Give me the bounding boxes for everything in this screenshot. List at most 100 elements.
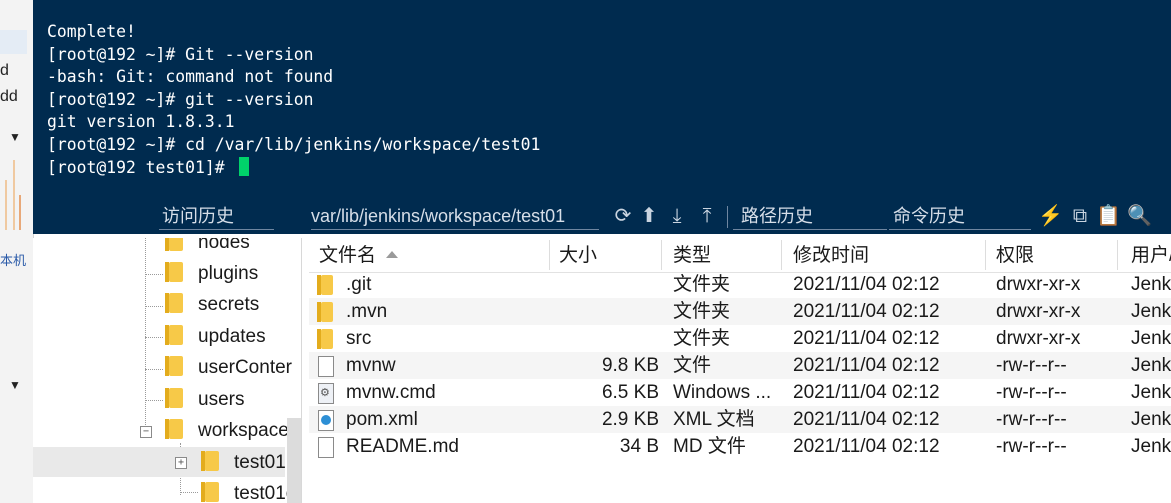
file-icon [318, 437, 334, 458]
expand-toggle[interactable]: + [175, 457, 187, 469]
folder-icon [165, 238, 183, 251]
column-header-user[interactable]: 用户/ [1131, 238, 1171, 272]
column-divider[interactable] [549, 240, 550, 270]
column-divider[interactable] [781, 240, 782, 270]
file-modified: 2021/11/04 02:12 [793, 409, 940, 430]
file-permissions: -rw-r--r-- [996, 355, 1067, 376]
tree-item-workspace[interactable]: workspace [165, 417, 289, 445]
tree-guide [180, 492, 198, 493]
tree-item-test01[interactable]: test01 [201, 449, 286, 477]
up-directory-icon[interactable]: ⬆ [637, 204, 661, 228]
panel-highlight [0, 30, 27, 54]
tree-guide [145, 369, 163, 370]
paste-icon[interactable]: 📋 [1096, 204, 1121, 228]
file-permissions: -rw-r--r-- [996, 409, 1067, 430]
file-user: Jenki [1131, 301, 1171, 322]
panel-text: d [0, 62, 9, 79]
file-row[interactable]: .git 文件夹 2021/11/04 02:12 drwxr-xr-x Jen… [309, 271, 1171, 298]
column-divider[interactable] [661, 240, 662, 270]
refresh-icon[interactable]: ⟳ [611, 204, 635, 228]
collapse-icon[interactable]: ▼ [9, 130, 21, 144]
file-row[interactable]: .mvn 文件夹 2021/11/04 02:12 drwxr-xr-x Jen… [309, 298, 1171, 325]
terminal-line: [root@192 ~]# cd /var/lib/jenkins/worksp… [47, 134, 541, 154]
file-list[interactable]: 文件名 大小 类型 修改时间 权限 用户/ .git 文件夹 2021/11/0… [309, 238, 1171, 503]
file-permissions: drwxr-xr-x [996, 274, 1081, 295]
command-history-dropdown[interactable]: 命令历史 [889, 203, 1031, 230]
path-input[interactable]: var/lib/jenkins/workspace/test01 [311, 203, 599, 230]
directory-tree[interactable]: nodes plugins secrets updates userConter… [33, 238, 302, 503]
terminal-line: -bash: Git: command not found [47, 67, 334, 87]
folder-icon [201, 482, 219, 502]
tree-guide [145, 337, 163, 338]
column-header-size[interactable]: 大小 [559, 238, 597, 272]
copy-icon[interactable]: ⧉ [1068, 204, 1092, 228]
file-row[interactable]: README.md 34 B MD 文件 2021/11/04 02:12 -r… [309, 433, 1171, 460]
tree-item-test01c[interactable]: test01c [201, 480, 295, 503]
file-row[interactable]: mvnw 9.8 KB 文件 2021/11/04 02:12 -rw-r--r… [309, 352, 1171, 379]
file-type: 文件夹 [673, 301, 731, 322]
file-name: mvnw [346, 355, 396, 376]
cmd-file-icon [318, 383, 334, 404]
file-size [549, 298, 659, 325]
terminal-line: Complete! [47, 22, 136, 41]
file-row[interactable]: pom.xml 2.9 KB XML 文档 2021/11/04 02:12 -… [309, 406, 1171, 433]
file-modified: 2021/11/04 02:12 [793, 382, 940, 403]
tree-item-label: plugins [198, 263, 259, 284]
column-divider[interactable] [985, 240, 986, 270]
folder-icon [165, 262, 183, 282]
mini-chart-icon [5, 160, 21, 230]
sort-ascending-icon [386, 251, 399, 258]
terminal-prompt: [root@192 test01]# [47, 157, 235, 177]
folder-icon [317, 302, 333, 322]
folder-icon [165, 419, 183, 439]
file-user: Jenki [1131, 382, 1171, 403]
column-divider[interactable] [1117, 240, 1118, 270]
file-modified: 2021/11/04 02:12 [793, 274, 940, 295]
file-modified: 2021/11/04 02:12 [793, 328, 940, 349]
tree-item-plugins[interactable]: plugins [165, 260, 259, 288]
column-header-modified[interactable]: 修改时间 [793, 238, 869, 272]
file-permissions: drwxr-xr-x [996, 301, 1081, 322]
file-row[interactable]: mvnw.cmd 6.5 KB Windows ... 2021/11/04 0… [309, 379, 1171, 406]
column-header-permissions[interactable]: 权限 [996, 238, 1034, 272]
terminal-output: Complete! [root@192 ~]# Git --version -bas… [47, 21, 540, 179]
column-header-type[interactable]: 类型 [673, 238, 711, 272]
column-header-name[interactable]: 文件名 [319, 238, 399, 272]
tree-item-secrets[interactable]: secrets [165, 291, 259, 319]
tree-item-nodes[interactable]: nodes [165, 238, 250, 257]
tree-item-updates[interactable]: updates [165, 323, 266, 351]
tree-guide [145, 238, 146, 433]
path-history-dropdown[interactable]: 路径历史 [733, 203, 887, 230]
file-type: XML 文档 [673, 409, 755, 430]
search-icon[interactable]: 🔍 [1127, 204, 1152, 228]
terminal[interactable]: Complete! [root@192 ~]# Git --version -bas… [33, 0, 1171, 200]
file-modified: 2021/11/04 02:12 [793, 355, 940, 376]
collapse-icon[interactable]: ▼ [9, 378, 21, 392]
terminal-line: git version 1.8.3.1 [47, 112, 235, 132]
file-permissions: -rw-r--r-- [996, 382, 1067, 403]
tree-scrollbar[interactable] [287, 418, 301, 503]
file-modified: 2021/11/04 02:12 [793, 436, 940, 457]
folder-icon [201, 451, 219, 471]
tree-item-label: workspace [198, 420, 289, 441]
file-size: 34 B [619, 436, 659, 457]
terminal-cursor [238, 156, 249, 176]
tree-item-label: nodes [198, 238, 250, 253]
tree-guide [145, 274, 163, 275]
collapse-toggle[interactable]: − [140, 426, 152, 438]
access-history-dropdown[interactable]: 访问历史 [159, 203, 274, 230]
upload-icon[interactable]: ⤒ [695, 204, 719, 228]
download-icon[interactable]: ⤓ [665, 204, 689, 228]
lightning-icon[interactable]: ⚡ [1038, 204, 1063, 228]
file-type: 文件夹 [673, 328, 731, 349]
file-row[interactable]: src 文件夹 2021/11/04 02:12 drwxr-xr-x Jenk… [309, 325, 1171, 352]
file-toolbar: 访问历史 var/lib/jenkins/workspace/test01 ⟳ … [33, 200, 1171, 234]
xml-file-icon [318, 410, 334, 431]
tree-item-users[interactable]: users [165, 386, 244, 414]
folder-icon [317, 275, 333, 295]
tree-item-usercontent[interactable]: userConter [165, 354, 292, 382]
file-size [549, 325, 659, 352]
file-user: Jenki [1131, 328, 1171, 349]
folder-icon [165, 356, 183, 376]
file-user: Jenki [1131, 409, 1171, 430]
